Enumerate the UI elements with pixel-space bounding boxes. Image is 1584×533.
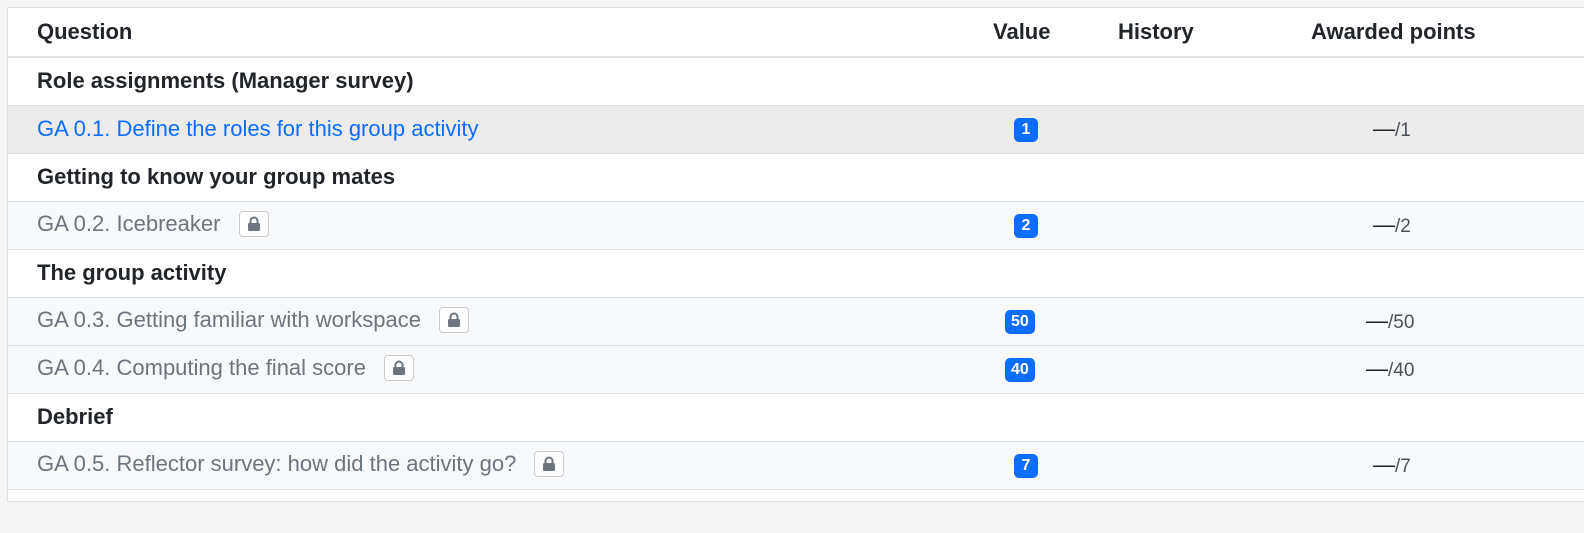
max-points: /2 (1395, 216, 1411, 237)
column-header-value: Value (938, 8, 1110, 58)
value-badge: 1 (1014, 118, 1038, 143)
history-cell (1110, 441, 1218, 490)
value-cell: 1 (938, 105, 1110, 154)
max-points: /7 (1395, 456, 1411, 477)
question-row: GA 0.3. Getting familiar with workspace … (8, 297, 1584, 346)
value-badge: 40 (1005, 358, 1035, 383)
awarded-points-cell: —/40 (1218, 345, 1584, 394)
awarded-points-empty: — (1366, 308, 1388, 333)
question-cell: GA 0.5. Reflector survey: how did the ac… (8, 441, 938, 490)
value-badge: 2 (1014, 214, 1038, 239)
value-badge: 50 (1005, 310, 1035, 335)
column-header-history: History (1110, 8, 1218, 58)
questions-table: Question Value History Awarded points Ro… (8, 8, 1584, 490)
column-header-question: Question (8, 8, 938, 58)
question-label: GA 0.5. Reflector survey: how did the ac… (37, 451, 517, 477)
max-points: /1 (1395, 120, 1411, 141)
question-label: GA 0.3. Getting familiar with workspace (37, 307, 421, 333)
max-points: /40 (1388, 360, 1415, 381)
awarded-points-empty: — (1373, 212, 1395, 237)
value-cell: 7 (938, 441, 1110, 490)
history-cell (1110, 201, 1218, 250)
question-cell: GA 0.1. Define the roles for this group … (8, 105, 938, 154)
question-row[interactable]: GA 0.1. Define the roles for this group … (8, 105, 1584, 154)
question-label: GA 0.4. Computing the final score (37, 355, 366, 381)
group-row: Role assignments (Manager survey) (8, 57, 1584, 106)
awarded-points-cell: —/7 (1218, 441, 1584, 490)
question-label: GA 0.2. Icebreaker (37, 211, 221, 237)
group-row: The group activity (8, 249, 1584, 298)
awarded-points-cell: —/2 (1218, 201, 1584, 250)
group-title: Debrief (8, 393, 1584, 442)
question-row: GA 0.2. Icebreaker 2 —/2 (8, 201, 1584, 250)
question-cell: GA 0.2. Icebreaker (8, 201, 938, 250)
value-cell: 2 (938, 201, 1110, 250)
group-row: Getting to know your group mates (8, 153, 1584, 202)
awarded-points-cell: —/50 (1218, 297, 1584, 346)
history-cell (1110, 105, 1218, 154)
value-badge: 7 (1014, 454, 1038, 479)
lock-icon (534, 450, 565, 477)
max-points: /50 (1388, 312, 1415, 333)
awarded-points-empty: — (1373, 452, 1395, 477)
history-cell (1110, 297, 1218, 346)
group-title: The group activity (8, 249, 1584, 298)
group-title: Role assignments (Manager survey) (8, 57, 1584, 106)
question-row: GA 0.5. Reflector survey: how did the ac… (8, 441, 1584, 490)
question-link[interactable]: GA 0.1. Define the roles for this group … (37, 116, 478, 141)
lock-icon (238, 210, 269, 237)
lock-icon (439, 306, 470, 333)
question-cell: GA 0.3. Getting familiar with workspace (8, 297, 938, 346)
question-row: GA 0.4. Computing the final score 40 —/4… (8, 345, 1584, 394)
questions-table-panel: Question Value History Awarded points Ro… (7, 7, 1584, 502)
question-cell: GA 0.4. Computing the final score (8, 345, 938, 394)
column-header-awarded-points: Awarded points (1218, 8, 1584, 58)
awarded-points-empty: — (1366, 356, 1388, 381)
history-cell (1110, 345, 1218, 394)
group-row: Debrief (8, 393, 1584, 442)
awarded-points-cell: —/1 (1218, 105, 1584, 154)
awarded-points-empty: — (1373, 116, 1395, 141)
value-cell: 40 (938, 345, 1110, 394)
group-title: Getting to know your group mates (8, 153, 1584, 202)
value-cell: 50 (938, 297, 1110, 346)
lock-icon (384, 354, 415, 381)
table-header-row: Question Value History Awarded points (8, 8, 1584, 58)
